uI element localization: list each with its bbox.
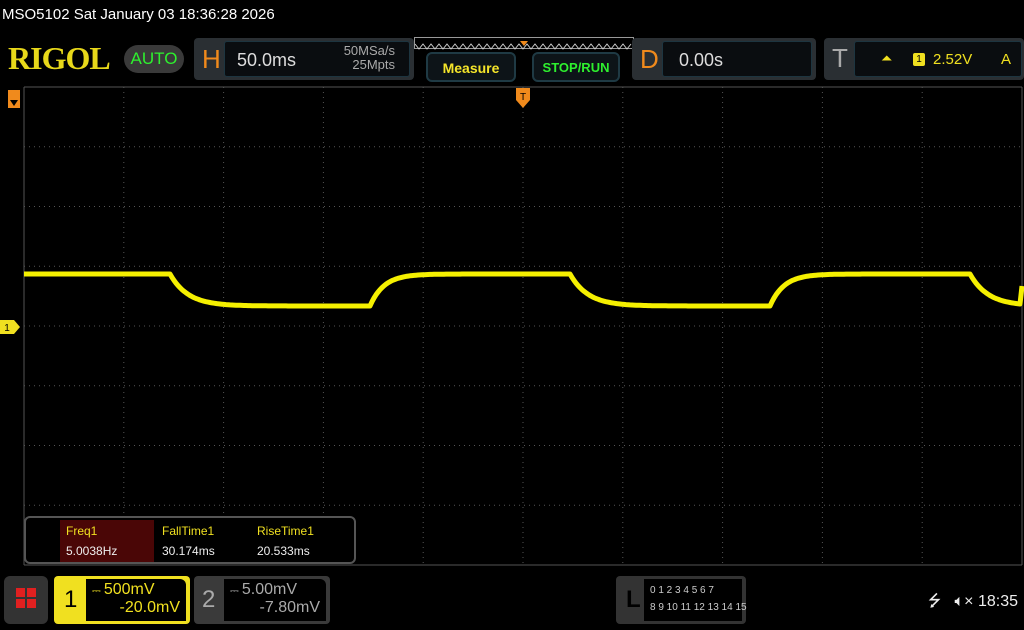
clock-time: 18:35 xyxy=(977,593,1018,610)
trigger-panel[interactable]: T ⏶ 1 2.52V A xyxy=(824,38,1024,80)
trigger-level-marker xyxy=(8,90,20,108)
channel1-panel[interactable]: 1 ⎓ 500mV -20.0mV xyxy=(54,576,190,624)
channel2-number: 2 xyxy=(202,586,216,613)
logic-analyzer-panel[interactable]: L 0 1 2 3 4 5 6 7 8 9 10 11 12 13 14 15 xyxy=(616,576,747,624)
dc-coupling-icon: ⎓ xyxy=(92,585,104,597)
memory-overview-bar xyxy=(414,37,634,50)
channel2-scale: 5.00mV xyxy=(241,581,297,598)
measurement-freq1[interactable]: Freq1 5.0038Hz xyxy=(60,520,154,562)
grid-menu-icon xyxy=(16,588,36,608)
logic-channels-row1: 0 1 2 3 4 5 6 7 xyxy=(650,585,714,596)
rigol-logo: RIGOL xyxy=(8,40,111,76)
measurement-label: FallTime1 xyxy=(162,524,215,538)
measurement-value: 20.533ms xyxy=(257,544,310,558)
measurement-label: RiseTime1 xyxy=(257,524,314,538)
delay-label: D xyxy=(640,44,659,74)
horizontal-panel[interactable]: H 50.0ms 50MSa/s 25Mpts xyxy=(194,38,414,80)
stop-run-button[interactable]: STOP/RUN xyxy=(532,52,620,82)
waveform-display[interactable]: T 1 xyxy=(0,86,1024,568)
channel1-trace xyxy=(23,271,1024,309)
measurement-label: Freq1 xyxy=(66,524,98,538)
trigger-position-marker: T xyxy=(516,88,530,108)
dc-coupling-icon: ⎓ xyxy=(230,585,242,597)
mute-icon[interactable]: 🔈︎× xyxy=(955,593,974,610)
timebase-value: 50.0ms xyxy=(237,50,297,70)
channel1-number: 1 xyxy=(64,586,78,613)
horizontal-label: H xyxy=(202,44,221,74)
measure-button[interactable]: Measure xyxy=(426,52,516,82)
channel1-scale: 500mV xyxy=(103,581,155,598)
usb-icon: ⭍ xyxy=(927,593,942,610)
trigger-label: T xyxy=(832,43,848,73)
trigger-mode: A xyxy=(1001,51,1012,68)
rising-edge-icon: ⏶ xyxy=(881,50,893,66)
channel1-ground-marker: 1 xyxy=(0,320,20,334)
auto-status-badge[interactable]: AUTO xyxy=(124,45,184,73)
channel1-offset: -20.0mV xyxy=(119,599,180,616)
trigger-source: 1 xyxy=(913,53,925,66)
svg-text:1: 1 xyxy=(4,323,10,334)
sample-rate: 50MSa/s xyxy=(343,43,395,58)
measurement-value: 30.174ms xyxy=(162,544,215,558)
status-area: ⭍ 🔈︎× 18:35 xyxy=(928,590,1018,617)
measurement-panel: Freq1 5.0038Hz FallTime1 30.174ms RiseTime… xyxy=(24,516,356,564)
graticule xyxy=(23,86,1023,566)
delay-panel[interactable]: D 0.00s xyxy=(632,38,816,80)
logic-label: L xyxy=(626,586,641,613)
logic-channels-row2: 8 9 10 11 12 13 14 15 xyxy=(650,602,747,613)
measurement-value: 5.0038Hz xyxy=(66,544,118,558)
svg-text:T: T xyxy=(520,92,526,103)
channel2-panel[interactable]: 2 ⎓ 5.00mV -7.80mV xyxy=(194,576,330,624)
measurement-risetime1[interactable]: RiseTime1 20.533ms xyxy=(251,520,345,562)
memory-depth: 25Mpts xyxy=(352,57,395,72)
trigger-level: 2.52V xyxy=(933,51,973,68)
measurement-falltime1[interactable]: FallTime1 30.174ms xyxy=(156,520,250,562)
delay-value: 0.00s xyxy=(679,50,724,70)
title-bar: MSO5102 Sat January 03 18:36:28 2026 xyxy=(2,6,275,23)
main-menu-button[interactable] xyxy=(4,576,48,624)
channel2-offset: -7.80mV xyxy=(259,599,320,616)
